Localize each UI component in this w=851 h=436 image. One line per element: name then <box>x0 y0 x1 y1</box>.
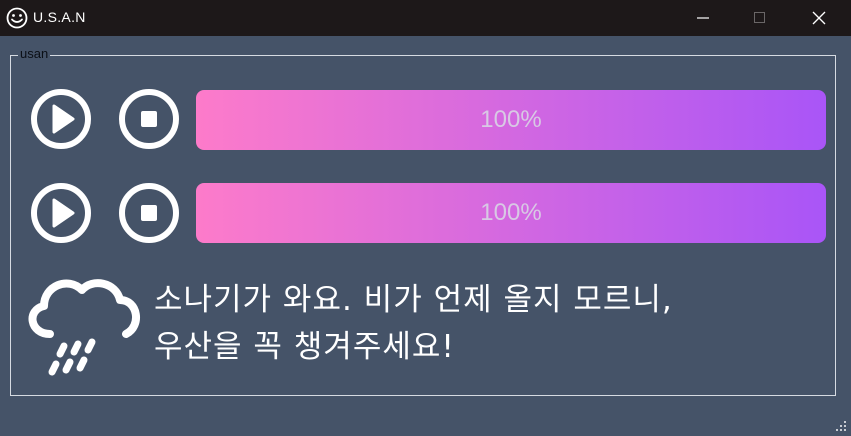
weather-message-line-1: 소나기가 와요. 비가 언제 올지 모르니, <box>154 282 673 318</box>
minimize-button[interactable] <box>680 0 726 36</box>
minimize-icon <box>697 17 709 19</box>
maximize-button[interactable] <box>737 0 783 36</box>
progress-bar-1: 100% <box>196 90 826 150</box>
resize-grip-icon[interactable] <box>835 420 847 432</box>
stop-button-1[interactable] <box>117 87 181 151</box>
weather-message-line-2: 우산을 꼭 챙겨주세요! <box>154 329 455 365</box>
maximize-icon <box>754 12 765 23</box>
play-button-2[interactable] <box>29 181 93 245</box>
stop-icon <box>119 183 179 243</box>
progress-text-1: 100% <box>480 106 542 133</box>
progress-bar-2: 100% <box>196 183 826 243</box>
play-icon <box>31 89 91 149</box>
close-icon <box>812 11 826 25</box>
title-bar[interactable]: U.S.A.N <box>0 0 851 36</box>
progress-text-2: 100% <box>480 199 542 226</box>
window-title: U.S.A.N <box>33 9 86 25</box>
close-button[interactable] <box>796 0 842 36</box>
rain-cloud-icon <box>28 279 140 376</box>
smiley-face-icon <box>6 7 28 29</box>
weather-message: 소나기가 와요. 비가 언제 올지 모르니, 우산을 꼭 챙겨주세요! <box>154 277 824 371</box>
groupbox-title: usan <box>18 46 51 61</box>
play-button-1[interactable] <box>29 87 93 151</box>
play-icon <box>31 183 91 243</box>
stop-icon <box>119 89 179 149</box>
stop-button-2[interactable] <box>117 181 181 245</box>
